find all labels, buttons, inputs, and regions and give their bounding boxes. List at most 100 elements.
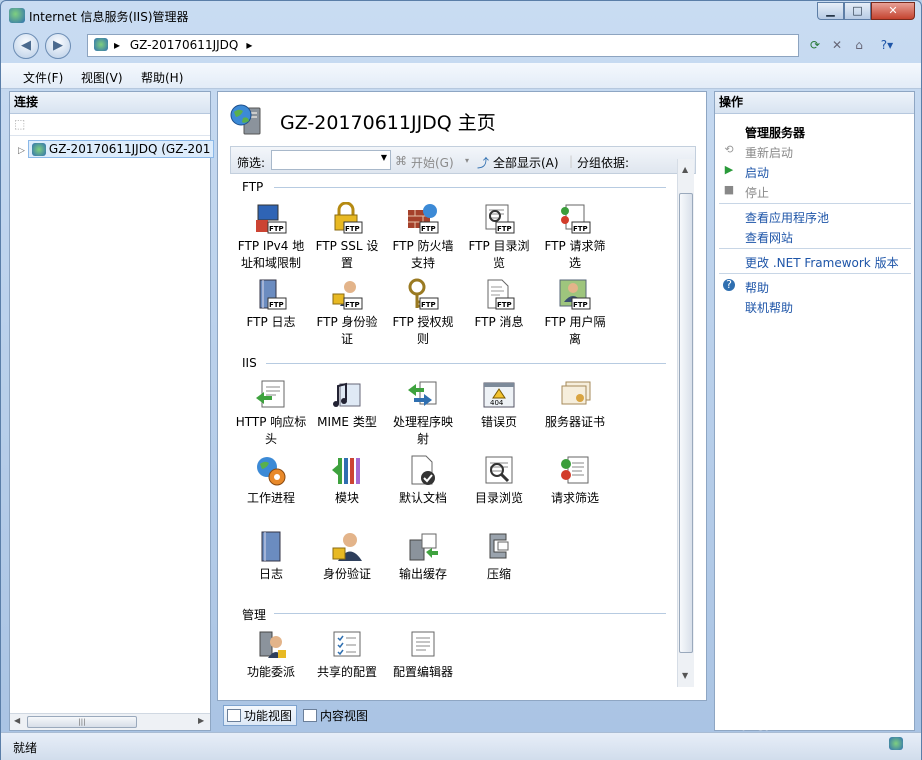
connect-icon[interactable]: ⬚ [14, 117, 25, 131]
config-editor-icon [406, 628, 440, 662]
message-document-icon: FTP [482, 278, 516, 312]
svg-text:FTP: FTP [421, 301, 436, 309]
feature-shared-configuration[interactable]: 共享的配置 [310, 628, 384, 681]
certificate-icon [558, 378, 592, 412]
feature-ftp-authentication[interactable]: FTP FTP 身份验证 [310, 278, 384, 348]
minimize-button[interactable]: ▁ [817, 2, 844, 20]
feature-ftp-authorization-rules[interactable]: FTP FTP 授权规则 [386, 278, 460, 348]
show-all-icon: ⤴ [477, 156, 490, 170]
menu-help[interactable]: 帮助(H) [141, 69, 183, 86]
menu-bar: 文件(F) 视图(V) 帮助(H) [1, 63, 921, 89]
feature-delegation-icon [254, 628, 288, 662]
mime-icon [330, 378, 364, 412]
scroll-thumb[interactable] [679, 193, 693, 653]
dropdown-arrow-icon[interactable]: ▾ [465, 156, 469, 165]
address-bar[interactable]: ▸ GZ-20170611JJDQ ▸ [87, 34, 799, 57]
actions-divider [719, 248, 911, 249]
address-path[interactable]: GZ-20170611JJDQ [130, 38, 238, 52]
menu-view[interactable]: 视图(V) [81, 69, 123, 86]
maximize-button[interactable]: □ [844, 2, 871, 20]
feature-directory-browsing[interactable]: 目录浏览 [462, 454, 536, 507]
scroll-up-arrow-icon[interactable]: ▲ [682, 165, 688, 174]
section-management: 管理 [242, 608, 267, 622]
svg-text:404: 404 [490, 399, 504, 407]
feature-authentication[interactable]: 身份验证 [310, 530, 384, 583]
request-filter-icon [558, 454, 592, 488]
feature-handler-mappings[interactable]: 处理程序映射 [386, 378, 460, 448]
feature-compression[interactable]: 压缩 [462, 530, 536, 583]
stop-action[interactable]: 停止 [745, 184, 769, 201]
menu-file[interactable]: 文件(F) [23, 69, 63, 86]
feature-configuration-editor[interactable]: 配置编辑器 [386, 628, 460, 681]
feature-output-caching[interactable]: 输出缓存 [386, 530, 460, 583]
feature-mime-types[interactable]: MIME 类型 [310, 378, 384, 431]
filter-toolbar: 筛选: ▼ ⌘ 开始(G) ▾ ⤴ 全部显示(A) | 分组依据: [230, 146, 696, 174]
home-icon[interactable]: ⌂ [849, 35, 869, 55]
scroll-down-arrow-icon[interactable]: ▼ [682, 671, 688, 680]
http-headers-icon [254, 378, 288, 412]
separator: | [569, 154, 574, 168]
vertical-scrollbar[interactable]: ▲ ▼ [677, 159, 694, 687]
feature-modules[interactable]: 模块 [310, 454, 384, 507]
show-all-button[interactable]: 全部显示(A) [493, 154, 559, 171]
directory-browse-icon [482, 454, 516, 488]
help-icon: ? [723, 279, 735, 291]
tree-node-server[interactable]: GZ-20170611JJDQ (GZ-201 [27, 140, 215, 158]
feature-error-pages[interactable]: 404 错误页 [462, 378, 536, 431]
user-lock-icon: FTP [330, 278, 364, 312]
restart-action[interactable]: 重新启动 [745, 144, 793, 161]
svg-text:FTP: FTP [345, 225, 360, 233]
actions-divider [719, 203, 911, 204]
feature-server-certificates[interactable]: 服务器证书 [538, 378, 612, 431]
feature-ftp-logging[interactable]: FTP FTP 日志 [234, 278, 308, 331]
feature-ftp-directory-browsing[interactable]: FTP FTP 目录浏览 [462, 202, 536, 272]
close-button[interactable]: ✕ [871, 2, 915, 20]
feature-ftp-ssl[interactable]: FTP FTP SSL 设置 [310, 201, 384, 272]
address-arrow-end[interactable]: ▸ [246, 38, 252, 52]
section-ftp: FTP [242, 180, 264, 194]
expand-arrow-icon[interactable]: ▷ [18, 146, 25, 156]
feature-logging[interactable]: 日志 [234, 530, 308, 583]
content-view-tab[interactable]: 内容视图 [299, 705, 373, 726]
feature-ftp-ipv4[interactable]: FTP FTP IPv4 地址和域限制 [234, 202, 308, 272]
change-net-framework-link[interactable]: 更改 .NET Framework 版本 [745, 254, 899, 271]
network-computer-icon: FTP [254, 202, 288, 236]
feature-delegation[interactable]: 功能委派 [234, 628, 308, 681]
help-link[interactable]: 帮助 [745, 279, 769, 296]
scroll-left-arrow-icon[interactable]: ◀ [14, 716, 20, 725]
address-arrow: ▸ [114, 38, 121, 52]
view-sites-link[interactable]: 查看网站 [745, 229, 793, 246]
title-bar[interactable]: Internet 信息服务(IIS)管理器 ▁ □ ✕ [1, 1, 921, 29]
user-lock-icon [330, 530, 364, 564]
refresh-icon[interactable]: ⟳ [805, 35, 825, 55]
svg-text:FTP: FTP [269, 301, 284, 309]
back-arrow-icon[interactable]: ◀ [13, 33, 39, 59]
online-help-link[interactable]: 联机帮助 [745, 299, 793, 316]
help-icon[interactable]: ?▾ [877, 35, 897, 55]
features-view-tab[interactable]: 功能视图 [223, 705, 298, 726]
feature-ftp-user-isolation[interactable]: FTP FTP 用户隔离 [538, 278, 612, 348]
worker-process-icon [254, 454, 288, 488]
forward-arrow-icon[interactable]: ▶ [45, 33, 71, 59]
group-by-label[interactable]: 分组依据: [577, 154, 629, 171]
scroll-thumb[interactable]: ||| [27, 716, 137, 728]
feature-ftp-request-filtering[interactable]: FTP FTP 请求筛选 [538, 202, 612, 272]
feature-http-response-headers[interactable]: HTTP 响应标头 [234, 378, 308, 448]
start-action[interactable]: 启动 [745, 164, 769, 181]
stop-icon[interactable]: ✕ [827, 35, 847, 55]
horizontal-scrollbar[interactable]: ◀ ||| ▶ [10, 713, 210, 730]
scroll-right-arrow-icon[interactable]: ▶ [198, 716, 204, 725]
server-globe-icon [230, 104, 261, 135]
baidu-watermark: Bai du 经验 [713, 683, 876, 713]
feature-request-filtering[interactable]: 请求筛选 [538, 454, 612, 507]
section-divider [274, 613, 666, 614]
feature-default-document[interactable]: 默认文档 [386, 454, 460, 507]
start-button[interactable]: 开始(G) [411, 154, 454, 171]
view-app-pools-link[interactable]: 查看应用程序池 [745, 209, 829, 226]
feature-worker-processes[interactable]: 工作进程 [234, 454, 308, 507]
request-filter-icon: FTP [558, 202, 592, 236]
connections-toolbar: ⬚ [10, 114, 210, 136]
feature-ftp-firewall[interactable]: FTP FTP 防火墙 支持 [386, 202, 460, 272]
filter-input[interactable]: ▼ [271, 150, 391, 170]
feature-ftp-messages[interactable]: FTP FTP 消息 [462, 278, 536, 331]
